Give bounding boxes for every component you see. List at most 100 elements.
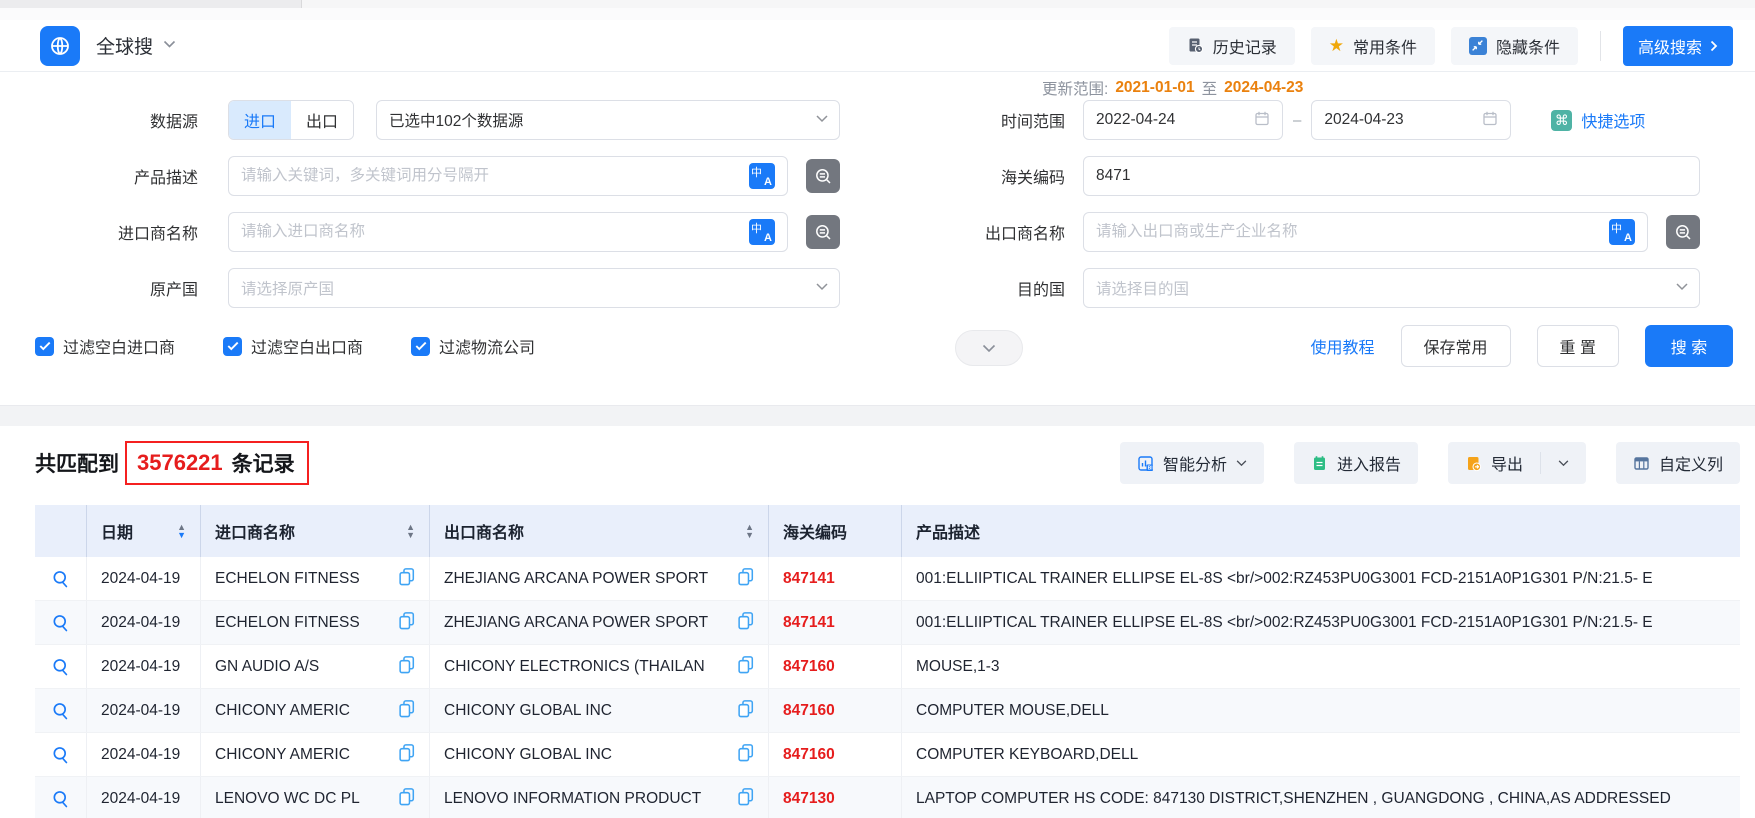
save-common-button[interactable]: 保存常用 — [1401, 325, 1511, 367]
sort-carets[interactable]: ▲▼ — [406, 523, 415, 539]
filter-logistics[interactable]: 过滤物流公司 — [411, 334, 535, 358]
chevron-down-icon — [816, 283, 827, 294]
row-detail-button[interactable] — [35, 601, 87, 644]
header-product-desc: 产品描述 — [902, 505, 1740, 557]
reset-button[interactable]: 重 置 — [1537, 325, 1619, 367]
checkbox-checked-icon[interactable] — [223, 337, 242, 356]
checkbox-checked-icon[interactable] — [35, 337, 54, 356]
importer-input[interactable] — [241, 223, 741, 241]
data-source-label: 数据源 — [0, 108, 198, 132]
date-start-input[interactable]: 2022-04-24 — [1083, 100, 1283, 140]
cell-hs-code: 847160 — [769, 733, 902, 776]
fuzzy-search-toggle[interactable] — [1666, 215, 1700, 249]
copy-icon[interactable] — [390, 567, 415, 591]
origin-select[interactable]: 请选择原产国 — [228, 268, 840, 308]
copy-icon[interactable] — [729, 655, 754, 679]
translate-icon[interactable]: 中 A — [749, 163, 775, 189]
hs-code-input[interactable] — [1096, 167, 1687, 185]
sort-carets[interactable]: ▲▼ — [745, 523, 754, 539]
table-columns-icon — [1633, 455, 1650, 472]
product-desc-input[interactable] — [241, 167, 741, 185]
copy-icon[interactable] — [729, 567, 754, 591]
exporter-inputbox: 中 A — [1083, 212, 1648, 252]
copy-icon[interactable] — [390, 743, 415, 767]
chevron-right-icon — [1710, 40, 1718, 52]
row-detail-button[interactable] — [35, 733, 87, 776]
cell-hs-code: 847160 — [769, 645, 902, 688]
product-desc-label: 产品描述 — [0, 164, 198, 188]
search-button[interactable]: 搜 索 — [1645, 325, 1733, 367]
copy-icon[interactable] — [390, 611, 415, 635]
copy-icon[interactable] — [390, 699, 415, 723]
cell-importer: CHICONY AMERIC — [201, 733, 430, 776]
update-range-start: 2021-01-01 — [1115, 79, 1194, 97]
row-detail-button[interactable] — [35, 689, 87, 732]
cell-product-desc: MOUSE,1-3 — [902, 645, 1740, 688]
advanced-search-button[interactable]: 高级搜索 — [1623, 26, 1733, 66]
toggle-export[interactable]: 出口 — [291, 101, 353, 139]
calendar-icon — [1482, 110, 1498, 131]
tutorial-link[interactable]: 使用教程 — [1311, 334, 1375, 358]
magnifier-lines-icon — [1674, 223, 1693, 242]
product-desc-inputbox: 中 A — [228, 156, 788, 196]
date-end-input[interactable]: 2024-04-23 — [1311, 100, 1511, 140]
cell-product-desc: COMPUTER MOUSE,DELL — [902, 689, 1740, 732]
divider — [1540, 452, 1541, 474]
header-date[interactable]: 日期 ▲▼ — [87, 505, 201, 557]
results-table: 日期 ▲▼ 进口商名称 ▲▼ 出口商名称 ▲▼ 海关编码 产品描述 — [35, 505, 1740, 818]
destination-select[interactable]: 请选择目的国 — [1083, 268, 1700, 308]
fuzzy-search-toggle[interactable] — [806, 215, 840, 249]
filter-blank-importer[interactable]: 过滤空白进口商 — [35, 334, 175, 358]
favorites-button[interactable]: ★ 常用条件 — [1311, 27, 1435, 65]
table-row: 2024-04-19 ECHELON FITNESS ZHEJIANG ARCA… — [35, 557, 1740, 601]
data-source-select[interactable]: 已选中102个数据源 — [376, 100, 840, 140]
importer-inputbox: 中 A — [228, 212, 788, 252]
sort-carets[interactable]: ▲▼ — [177, 523, 186, 539]
copy-icon[interactable] — [390, 787, 415, 811]
cell-date: 2024-04-19 — [87, 557, 201, 600]
translate-icon[interactable]: 中 A — [1609, 219, 1635, 245]
row-detail-button[interactable] — [35, 777, 87, 818]
cell-importer: CHICONY AMERIC — [201, 689, 430, 732]
header-exporter[interactable]: 出口商名称 ▲▼ — [430, 505, 769, 557]
cell-exporter: ZHEJIANG ARCANA POWER SPORT — [430, 601, 769, 644]
cell-exporter: CHICONY GLOBAL INC — [430, 689, 769, 732]
copy-icon[interactable] — [390, 655, 415, 679]
enter-report-button[interactable]: 进入报告 — [1294, 442, 1418, 484]
cell-hs-code: 847141 — [769, 601, 902, 644]
custom-columns-button[interactable]: 自定义列 — [1616, 442, 1740, 484]
quick-options-link[interactable]: ⌘ 快捷选项 — [1551, 108, 1645, 132]
cell-importer: ECHELON FITNESS — [201, 557, 430, 600]
copy-icon[interactable] — [729, 699, 754, 723]
history-button[interactable]: 历史记录 — [1169, 27, 1295, 65]
copy-icon[interactable] — [729, 743, 754, 767]
smart-analysis-button[interactable]: BI 智能分析 — [1120, 442, 1264, 484]
chevron-down-icon — [1236, 460, 1247, 467]
cell-importer: LENOVO WC DC PL — [201, 777, 430, 818]
filter-blank-exporter[interactable]: 过滤空白出口商 — [223, 334, 363, 358]
exporter-label: 出口商名称 — [905, 220, 1065, 244]
copy-icon[interactable] — [729, 787, 754, 811]
expand-more-conditions-button[interactable] — [955, 330, 1023, 366]
checkbox-checked-icon[interactable] — [411, 337, 430, 356]
results-section: 共匹配到 3576221 条记录 BI 智能分析 — [0, 426, 1755, 818]
export-button[interactable]: 导出 — [1448, 442, 1586, 484]
topbar-actions: 历史记录 ★ 常用条件 隐藏条件 高级搜索 — [1169, 26, 1733, 66]
calendar-icon — [1254, 110, 1270, 131]
magnifier-icon — [51, 569, 71, 589]
update-range: 更新范围: 2021-01-01 至 2024-04-23 — [1042, 77, 1303, 99]
copy-icon[interactable] — [729, 611, 754, 635]
magnifier-icon — [51, 789, 71, 809]
fuzzy-search-toggle[interactable] — [806, 159, 840, 193]
count-suffix: 条记录 — [232, 448, 295, 478]
hide-conditions-button[interactable]: 隐藏条件 — [1451, 27, 1578, 65]
exporter-input[interactable] — [1096, 223, 1601, 241]
row-detail-button[interactable] — [35, 645, 87, 688]
chevron-down-icon[interactable] — [163, 40, 174, 51]
header-importer[interactable]: 进口商名称 ▲▼ — [201, 505, 430, 557]
row-detail-button[interactable] — [35, 557, 87, 600]
translate-icon[interactable]: 中 A — [749, 219, 775, 245]
toggle-import[interactable]: 进口 — [229, 101, 291, 139]
cell-date: 2024-04-19 — [87, 733, 201, 776]
collapse-arrows-icon — [1469, 37, 1487, 55]
